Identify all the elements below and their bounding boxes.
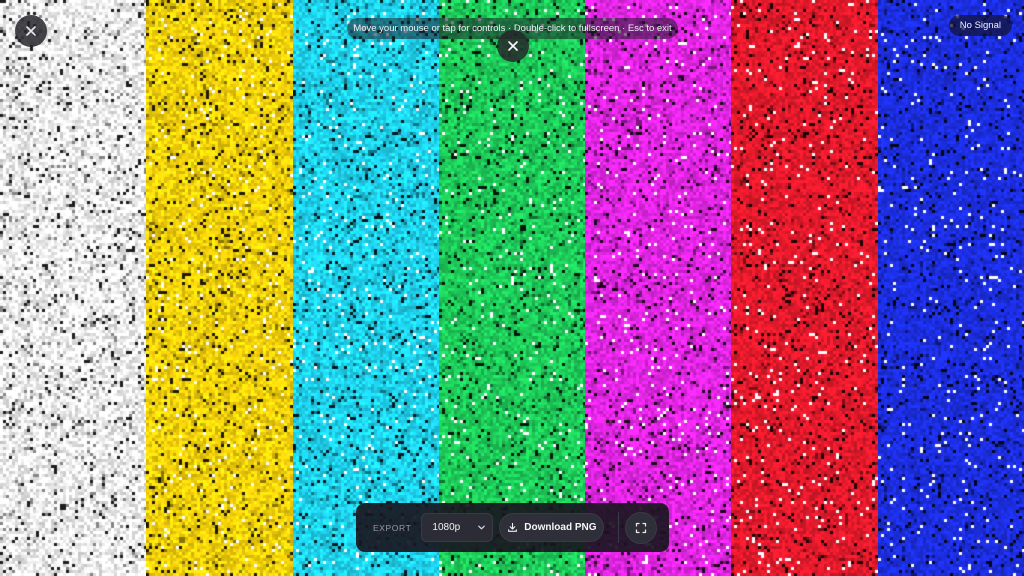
export-toolbar: EXPORT 1080p Download PNG	[356, 503, 669, 552]
color-bar-magenta	[585, 0, 731, 576]
export-label: EXPORT	[373, 522, 412, 533]
close-button[interactable]	[15, 15, 47, 47]
close-icon	[508, 41, 518, 51]
resolution-value: 1080p	[432, 522, 461, 533]
color-bar-red	[731, 0, 878, 576]
status-badge: No Signal	[948, 15, 1012, 36]
resolution-select[interactable]: 1080p	[421, 513, 494, 542]
fullscreen-icon	[636, 522, 647, 533]
color-bar-green	[439, 0, 585, 576]
download-label: Download PNG	[524, 522, 597, 533]
color-bar-cyan	[293, 0, 439, 576]
download-png-button[interactable]: Download PNG	[499, 513, 605, 542]
color-bar-white	[0, 0, 146, 576]
color-bars	[0, 0, 1024, 576]
color-bar-blue	[878, 0, 1024, 576]
download-icon	[508, 522, 518, 532]
chevron-down-icon	[478, 525, 486, 530]
close-icon	[26, 26, 36, 36]
toolbar-divider	[618, 512, 620, 543]
close-hint-button[interactable]	[497, 30, 529, 62]
fullscreen-button[interactable]	[625, 511, 658, 544]
color-bar-yellow	[146, 0, 293, 576]
